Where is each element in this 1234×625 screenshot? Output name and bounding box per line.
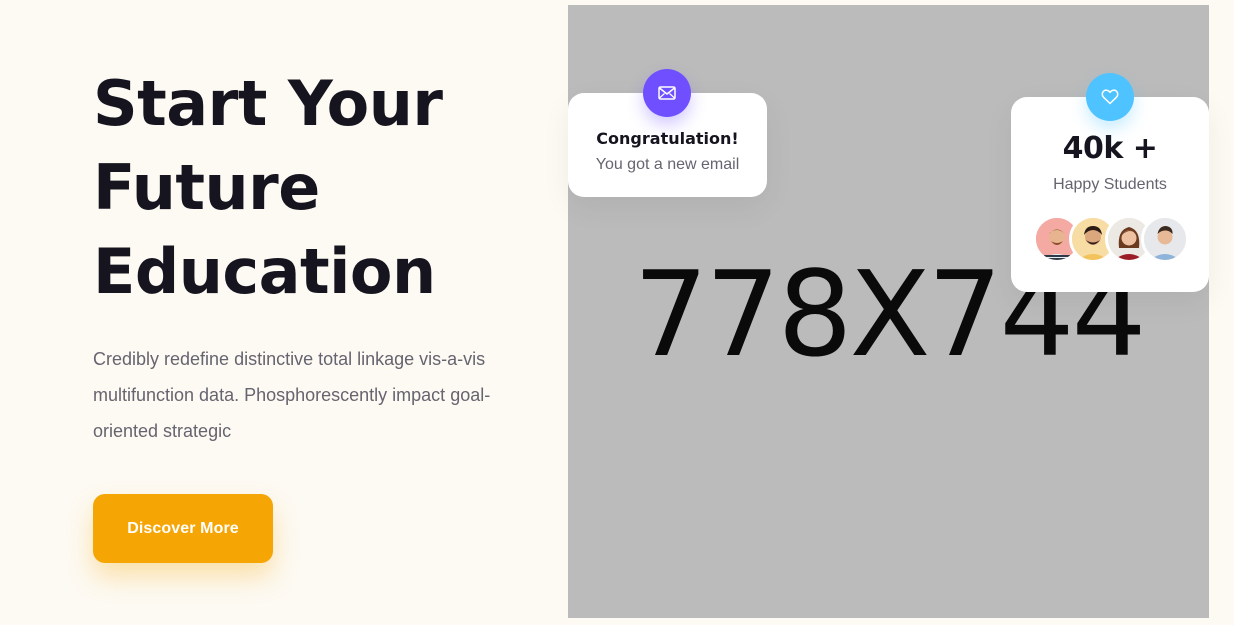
avatar xyxy=(1141,215,1189,263)
students-count: 40k + xyxy=(1062,131,1158,166)
hero-title-line-2: Future xyxy=(93,151,320,224)
hero-title-line-3: Education xyxy=(93,235,436,308)
happy-students-card: 40k + Happy Students xyxy=(1011,97,1209,292)
envelope-icon xyxy=(643,69,691,117)
hero-title: Start Your Future Education xyxy=(93,62,553,314)
hero-title-line-1: Start Your xyxy=(93,67,443,140)
avatar-group xyxy=(1033,215,1193,263)
heart-icon xyxy=(1086,73,1134,121)
email-card-subtitle: You got a new email xyxy=(595,156,740,173)
hero-description: Credibly redefine distinctive total link… xyxy=(93,349,491,441)
email-card-title: Congratulation! xyxy=(596,129,739,148)
hero-section: Start Your Future Education Credibly red… xyxy=(0,0,1234,625)
discover-more-button[interactable]: Discover More xyxy=(93,494,273,563)
students-label: Happy Students xyxy=(1053,176,1167,193)
